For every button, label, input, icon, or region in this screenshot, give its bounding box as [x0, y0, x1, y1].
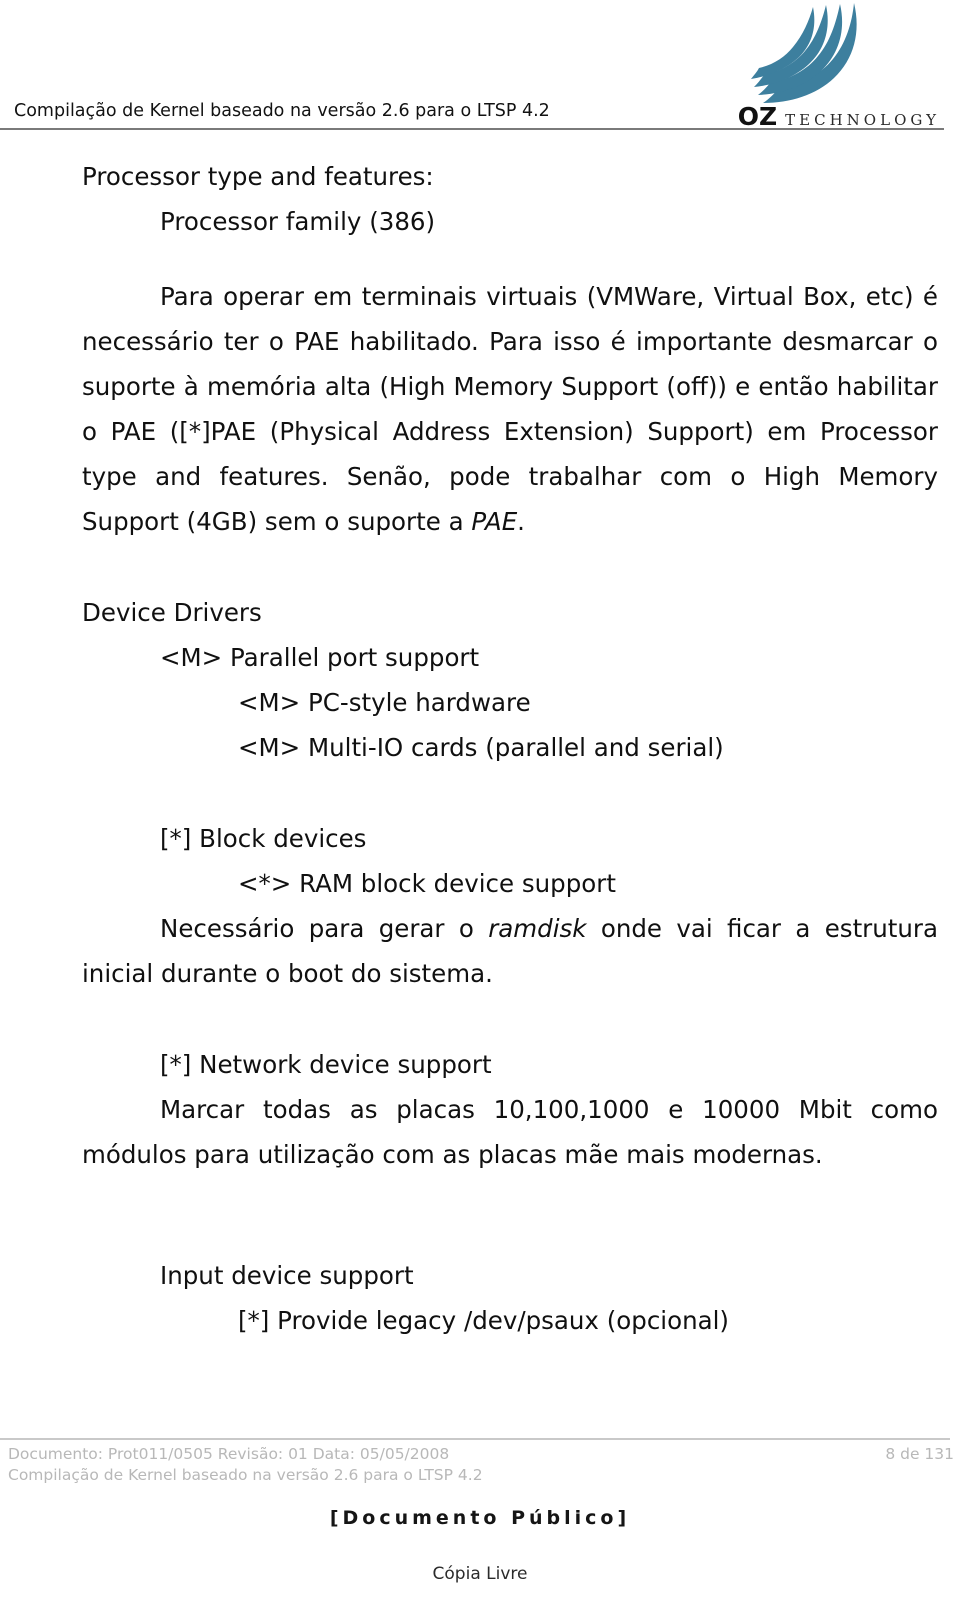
header-document-title: Compilação de Kernel baseado na versão 2…	[14, 101, 550, 121]
paragraph-pae-explanation: Para operar em terminais virtuais (VMWar…	[82, 274, 938, 544]
heading-block-devices: [*] Block devices	[160, 824, 367, 853]
heading-input-device-support: Input device support	[160, 1261, 414, 1290]
paragraph-text: Marcar todas as placas 10,100,1000 e 100…	[82, 1095, 938, 1169]
heading-processor-type: Processor type and features:	[82, 162, 434, 191]
page-footer: Documento: Prot011/0505 Revisão: 01 Data…	[0, 1412, 960, 1602]
heading-network-device-support: [*] Network device support	[160, 1050, 492, 1079]
item-provide-legacy-psaux: [*] Provide legacy /dev/psaux (opcional)	[238, 1306, 729, 1335]
footer-page-number: 8 de 131	[885, 1445, 954, 1463]
footer-public-notice: [Documento Público]	[329, 1507, 631, 1529]
paragraph-emphasis-ramdisk: ramdisk	[488, 914, 587, 943]
oz-technology-logo: OZ TECHNOLOGY	[728, 2, 948, 137]
heading-device-drivers: Device Drivers	[82, 598, 262, 627]
paragraph-lead-text: Necessário para gerar o	[160, 914, 489, 943]
footer-copy-notice: Cópia Livre	[432, 1564, 528, 1584]
logo-wordmark: OZ TECHNOLOGY	[738, 104, 940, 129]
footer-meta-line-2: Compilação de Kernel baseado na versão 2…	[8, 1466, 483, 1484]
paragraph-lead-text: Para operar em terminais virtuais (VMWar…	[82, 282, 938, 536]
paragraph-tail-text: .	[517, 507, 525, 536]
logo-name: OZ	[737, 102, 778, 131]
footer-document-meta: Documento: Prot011/0505 Revisão: 01 Data…	[8, 1444, 483, 1486]
logo-tagline: TECHNOLOGY	[785, 111, 940, 129]
oz-swoosh-icon	[751, 3, 857, 103]
paragraph-network-explanation: Marcar todas as placas 10,100,1000 e 100…	[82, 1087, 938, 1177]
item-multi-io-cards: <M> Multi-IO cards (parallel and serial)	[238, 733, 724, 762]
item-ram-block-device-support: <*> RAM block device support	[238, 869, 616, 898]
header-divider	[0, 128, 944, 130]
item-pc-style-hardware: <M> PC-style hardware	[238, 688, 531, 717]
footer-meta-line-1: Documento: Prot011/0505 Revisão: 01 Data…	[8, 1445, 450, 1463]
footer-divider	[0, 1438, 950, 1440]
paragraph-emphasis-pae: PAE	[471, 507, 518, 536]
paragraph-ramdisk-explanation: Necessário para gerar o ramdisk onde vai…	[82, 906, 938, 996]
item-parallel-port-support: <M> Parallel port support	[160, 643, 480, 672]
document-body: Processor type and features: Processor f…	[0, 140, 960, 1343]
item-processor-family: Processor family (386)	[160, 207, 436, 236]
page-header: OZ TECHNOLOGY Compilação de Kernel basead…	[0, 0, 960, 140]
